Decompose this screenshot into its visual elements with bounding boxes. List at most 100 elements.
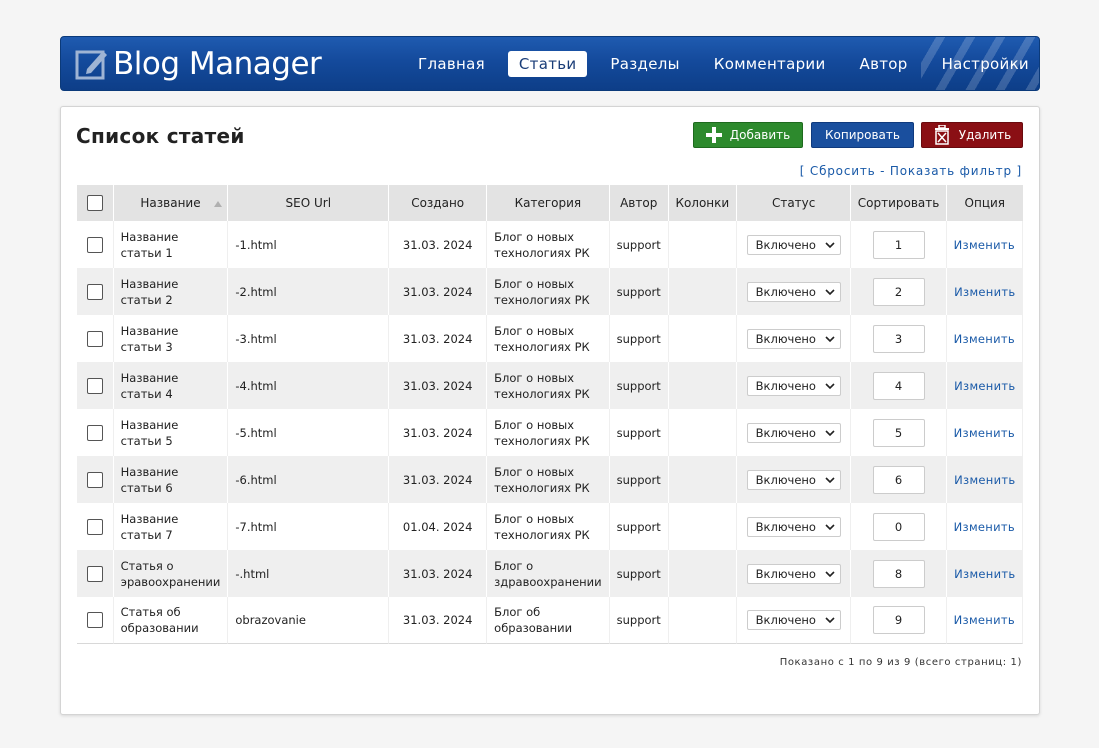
add-button[interactable]: Добавить <box>693 122 803 148</box>
cell-created: 01.04. 2024 <box>389 503 488 550</box>
table-row: Название статьи 2 -2.html 31.03. 2024 Блог … <box>77 268 1023 315</box>
cell-name: Статья о эравоохранении <box>113 550 229 597</box>
col-columns[interactable]: Колонки <box>668 185 737 221</box>
delete-button[interactable]: Удалить <box>921 122 1023 148</box>
cell-status: Включено <box>736 315 852 362</box>
col-created[interactable]: Создано <box>389 185 488 221</box>
cell-columns <box>668 409 737 456</box>
cell-status: Включено <box>736 503 852 550</box>
cell-name: Название статьи 3 <box>113 315 229 362</box>
edit-link[interactable]: Изменить <box>954 567 1015 581</box>
nav-item-0[interactable]: Главная <box>407 51 496 77</box>
edit-link[interactable]: Изменить <box>954 379 1015 393</box>
status-value: Включено <box>755 613 816 627</box>
cell-status: Включено <box>736 221 852 268</box>
row-select-cell <box>77 550 114 597</box>
row-checkbox[interactable] <box>86 236 103 253</box>
status-select[interactable]: Включено <box>746 234 841 255</box>
cell-status: Включено <box>736 456 852 503</box>
logo[interactable]: Blog Manager <box>75 45 322 83</box>
cell-category: Блог о новых технологиях РК <box>487 221 610 268</box>
edit-link[interactable]: Изменить <box>954 238 1015 252</box>
status-select[interactable]: Включено <box>746 328 841 349</box>
cell-sort: 5 <box>851 409 947 456</box>
sort-order-input[interactable]: 3 <box>872 324 925 353</box>
status-select[interactable]: Включено <box>746 516 841 537</box>
cell-columns <box>668 550 737 597</box>
table-row: Название статьи 4 -4.html 31.03. 2024 Блог … <box>77 362 1023 409</box>
sort-order-input[interactable]: 6 <box>872 465 925 494</box>
col-name-label: Название <box>140 196 201 210</box>
row-checkbox[interactable] <box>86 471 103 488</box>
row-select-cell <box>77 503 114 550</box>
sort-order-input[interactable]: 9 <box>872 606 925 634</box>
col-option-label: Опция <box>964 196 1006 210</box>
app-title: Blog Manager <box>113 46 322 82</box>
status-value: Включено <box>755 331 816 346</box>
cell-columns <box>668 503 737 550</box>
col-status[interactable]: Статус <box>736 185 852 221</box>
cell-status: Включено <box>736 362 852 409</box>
cell-option: Изменить <box>946 409 1023 456</box>
select-all-checkbox[interactable] <box>86 195 103 211</box>
row-checkbox[interactable] <box>86 424 103 441</box>
edit-link[interactable]: Изменить <box>954 473 1015 487</box>
col-sort[interactable]: Сортировать <box>851 185 947 221</box>
col-seo[interactable]: SEO Url <box>228 185 390 221</box>
sort-order-input[interactable]: 1 <box>872 230 925 259</box>
sort-order-input[interactable]: 8 <box>872 559 925 588</box>
status-value: Включено <box>755 284 816 299</box>
cell-sort: 0 <box>851 503 947 550</box>
status-value: Включено <box>755 237 816 252</box>
edit-link[interactable]: Изменить <box>954 613 1015 627</box>
filter-bracket-open: [ <box>799 164 806 178</box>
edit-link[interactable]: Изменить <box>954 426 1015 440</box>
cell-author: support <box>609 456 669 503</box>
row-checkbox[interactable] <box>86 377 103 394</box>
nav-item-1[interactable]: Статьи <box>507 51 588 77</box>
edit-link[interactable]: Изменить <box>954 332 1015 346</box>
edit-link[interactable]: Изменить <box>954 285 1015 299</box>
nav-item-5[interactable]: Настройки <box>931 51 1039 77</box>
col-category[interactable]: Категория <box>487 185 610 221</box>
table-row: Название статьи 1 -1.html 31.03. 2024 Блог … <box>77 221 1023 268</box>
nav-item-3[interactable]: Комментарии <box>703 51 837 77</box>
status-select[interactable]: Включено <box>746 281 841 302</box>
cell-option: Изменить <box>946 503 1023 550</box>
cell-status: Включено <box>736 550 852 597</box>
edit-link[interactable]: Изменить <box>954 520 1015 534</box>
cell-created: 31.03. 2024 <box>389 221 488 268</box>
status-value: Включено <box>755 378 816 393</box>
status-select[interactable]: Включено <box>746 375 841 396</box>
copy-button[interactable]: Копировать <box>811 122 914 148</box>
sort-order-input[interactable]: 0 <box>872 512 925 541</box>
chevron-down-icon <box>825 382 835 389</box>
row-checkbox[interactable] <box>86 612 103 629</box>
row-checkbox[interactable] <box>86 565 103 582</box>
cell-seo: -5.html <box>228 409 390 456</box>
cell-name: Статья об образовании <box>113 597 229 644</box>
cell-seo: -7.html <box>228 503 390 550</box>
row-checkbox[interactable] <box>86 518 103 535</box>
status-select[interactable]: Включено <box>746 563 841 584</box>
status-select[interactable]: Включено <box>746 422 841 443</box>
nav-item-2[interactable]: Разделы <box>599 51 690 77</box>
show-filter-link[interactable]: Показать фильтр <box>890 164 1012 178</box>
cell-category: Блог о новых технологиях РК <box>487 362 610 409</box>
status-select[interactable]: Включено <box>746 469 841 490</box>
cell-author: support <box>609 597 669 644</box>
cell-seo: -6.html <box>228 456 390 503</box>
sort-order-input[interactable]: 5 <box>872 418 925 447</box>
row-checkbox[interactable] <box>86 330 103 347</box>
sort-order-input[interactable]: 4 <box>872 371 925 400</box>
row-checkbox[interactable] <box>86 283 103 300</box>
col-name[interactable]: Название <box>113 185 229 221</box>
col-author[interactable]: Автор <box>609 185 669 221</box>
cell-status: Включено <box>736 409 852 456</box>
status-select[interactable]: Включено <box>746 610 841 630</box>
sort-order-input[interactable]: 2 <box>872 277 925 306</box>
reset-filter-link[interactable]: Сбросить <box>810 164 876 178</box>
cell-option: Изменить <box>946 456 1023 503</box>
nav-item-4[interactable]: Автор <box>849 51 919 77</box>
cell-option: Изменить <box>946 597 1023 644</box>
